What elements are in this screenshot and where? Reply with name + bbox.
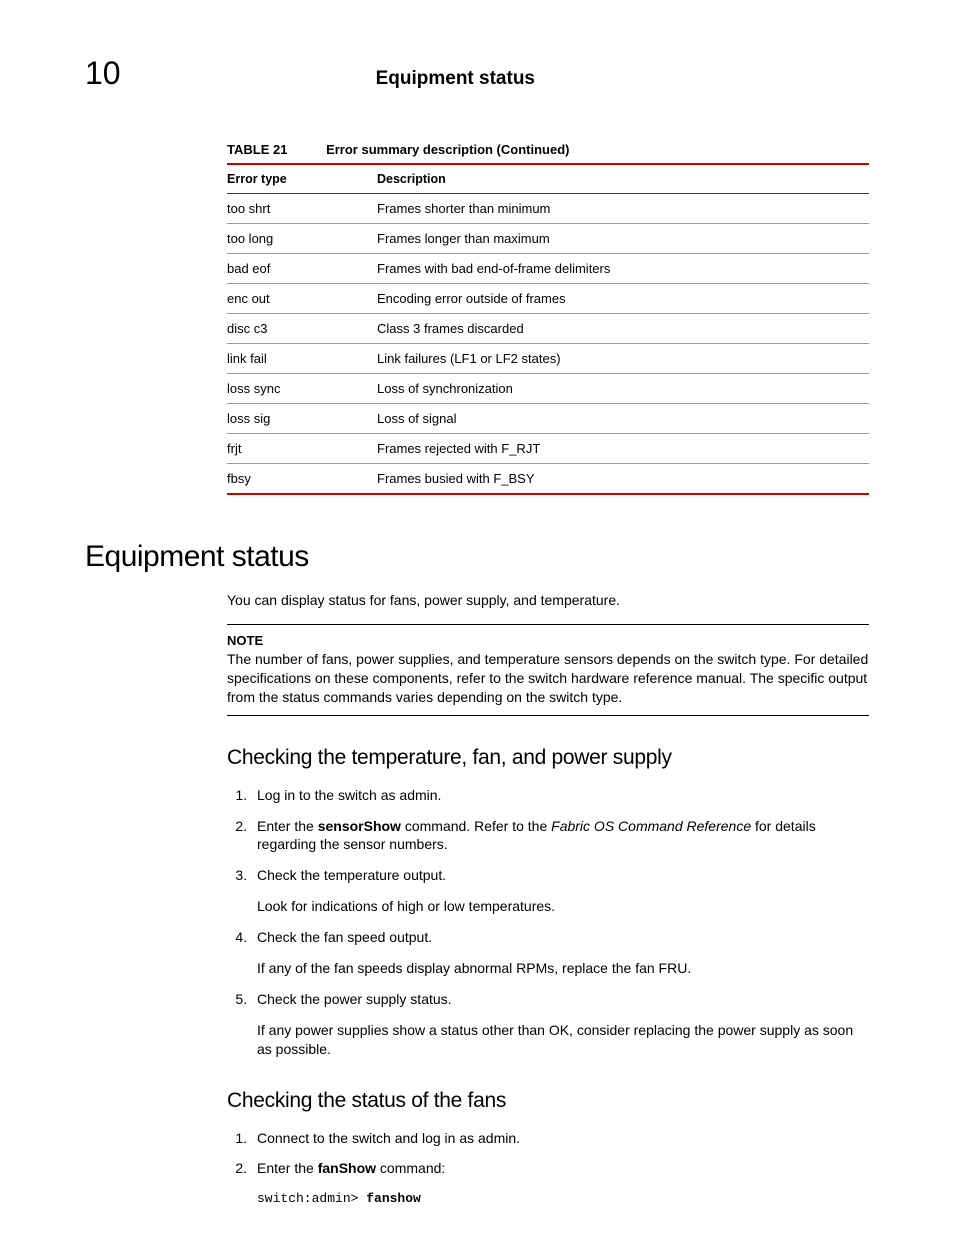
content-area: TABLE 21 Error summary description (Cont… [0,142,954,1208]
table-row: loss sigLoss of signal [227,404,869,434]
cell-desc: Frames with bad end-of-frame delimiters [377,254,869,284]
step-item: Enter the sensorShow command. Refer to t… [251,817,869,855]
step-subtext: Look for indications of high or low temp… [257,897,869,916]
table-title: Error summary description (Continued) [326,142,569,157]
step-text-pre: Enter the [257,1160,318,1176]
table-row: fbsyFrames busied with F_BSY [227,464,869,495]
steps-list-1: Log in to the switch as admin. Enter the… [227,786,869,1059]
section-heading-checking-fans: Checking the status of the fans [227,1089,869,1113]
step-text-post: command: [376,1160,445,1176]
table-caption: TABLE 21 Error summary description (Cont… [227,142,869,157]
cell-desc: Frames busied with F_BSY [377,464,869,495]
code-command: fanshow [366,1191,421,1206]
step-subtext: If any power supplies show a status othe… [257,1021,869,1059]
cell-type: enc out [227,284,377,314]
cell-type: too long [227,224,377,254]
table-row: frjtFrames rejected with F_RJT [227,434,869,464]
code-block: switch:admin> fanshow [257,1190,869,1208]
chapter-number: 10 [85,55,121,92]
note-label: NOTE [227,633,869,648]
section-heading-checking-temp: Checking the temperature, fan, and power… [227,746,869,770]
cell-desc: Loss of synchronization [377,374,869,404]
step-text: Check the power supply status. [257,991,452,1007]
cell-type: frjt [227,434,377,464]
command-name: fanShow [318,1160,376,1176]
section-heading-equipment-status: Equipment status [85,540,869,574]
cell-desc: Frames shorter than minimum [377,194,869,224]
page-header-title: Equipment status [376,68,535,90]
note-text: The number of fans, power supplies, and … [227,650,869,707]
cell-type: fbsy [227,464,377,495]
step-text: Check the fan speed output. [257,929,432,945]
cell-type: disc c3 [227,314,377,344]
step-text-mid: command. Refer to the [401,818,551,834]
table-row: enc outEncoding error outside of frames [227,284,869,314]
cell-type: loss sync [227,374,377,404]
table-container: TABLE 21 Error summary description (Cont… [227,142,869,495]
note-block: NOTE The number of fans, power supplies,… [227,624,869,716]
table-row: link failLink failures (LF1 or LF2 state… [227,344,869,374]
table-header-row: Error type Description [227,164,869,194]
table-header-description: Description [377,164,869,194]
step-subtext: If any of the fan speeds display abnorma… [257,959,869,978]
cell-type: too shrt [227,194,377,224]
cell-desc: Link failures (LF1 or LF2 states) [377,344,869,374]
cell-type: bad eof [227,254,377,284]
cell-desc: Class 3 frames discarded [377,314,869,344]
steps-list-2: Connect to the switch and log in as admi… [227,1129,869,1208]
step-item: Connect to the switch and log in as admi… [251,1129,869,1148]
code-prompt: switch:admin> [257,1191,366,1206]
table-row: too longFrames longer than maximum [227,224,869,254]
step-item: Check the fan speed output. If any of th… [251,928,869,978]
step-item: Check the power supply status. If any po… [251,990,869,1059]
cell-desc: Frames longer than maximum [377,224,869,254]
page-header: 10 Equipment status [0,0,954,92]
step-text-pre: Enter the [257,818,318,834]
intro-paragraph: You can display status for fans, power s… [227,592,869,608]
command-name: sensorShow [318,818,401,834]
step-item: Enter the fanShow command: switch:admin>… [251,1159,869,1207]
cell-type: loss sig [227,404,377,434]
table-row: loss syncLoss of synchronization [227,374,869,404]
table-row: too shrtFrames shorter than minimum [227,194,869,224]
step-text: Check the temperature output. [257,867,446,883]
cell-type: link fail [227,344,377,374]
table-row: bad eofFrames with bad end-of-frame deli… [227,254,869,284]
step-item: Log in to the switch as admin. [251,786,869,805]
table-row: disc c3Class 3 frames discarded [227,314,869,344]
cell-desc: Encoding error outside of frames [377,284,869,314]
error-summary-table: Error type Description too shrtFrames sh… [227,163,869,495]
cell-desc: Loss of signal [377,404,869,434]
step-item: Check the temperature output. Look for i… [251,866,869,916]
cell-desc: Frames rejected with F_RJT [377,434,869,464]
reference-name: Fabric OS Command Reference [551,818,751,834]
table-label: TABLE 21 [227,142,287,157]
table-header-errortype: Error type [227,164,377,194]
